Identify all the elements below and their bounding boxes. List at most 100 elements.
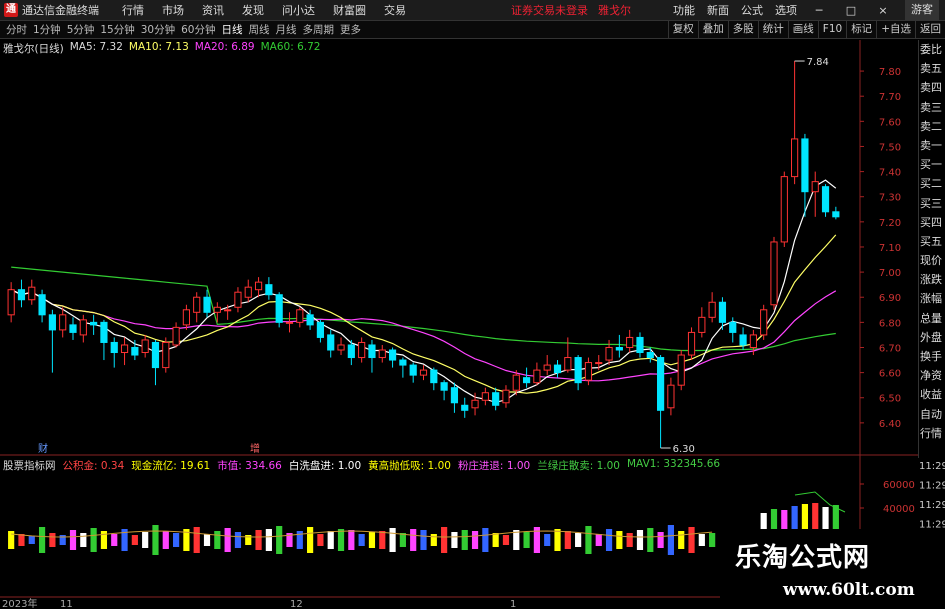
candle-body [388, 349, 397, 361]
price-label: 7.60 [879, 117, 901, 128]
indicator-bar [162, 531, 169, 549]
indicator-bar [327, 531, 334, 549]
indicator-bar [111, 534, 118, 546]
indicator-bar [482, 528, 489, 552]
side-label: 换手 [920, 350, 942, 363]
candle-body [636, 336, 644, 354]
candle-body [90, 321, 98, 326]
candle-body [337, 344, 345, 351]
indicator-bar [544, 534, 551, 546]
indicator-bar [688, 527, 695, 553]
side-label: 买三 [920, 196, 942, 210]
candle-body [254, 281, 263, 291]
side-label: 自动 [920, 407, 942, 421]
candle-body [244, 286, 252, 298]
indicator-item: 现金流亿: 19.61 [131, 458, 210, 473]
date-label: 2023年 [2, 597, 37, 609]
indicator-bar [657, 532, 664, 548]
indicator-name: 股票指标网 [3, 460, 56, 472]
indicator-bar [368, 532, 376, 548]
candle-body [718, 301, 727, 323]
candlestick-chart[interactable]: 7.80 7.70 7.60 7.50 7.40 7.30 7.20 7.10 7.00 6.90… [0, 0, 945, 609]
candle-body [17, 289, 26, 301]
indicator-bar [224, 528, 231, 552]
candle-body [120, 344, 129, 354]
candle-body [182, 309, 190, 326]
candle-body [471, 399, 479, 409]
watermark-title: 乐淘公式网 [735, 543, 871, 573]
indicator-item: MAV1: 332345.66 [627, 458, 720, 473]
indicator-label: 现金流亿: [131, 460, 177, 472]
candle-body [708, 301, 716, 318]
date-label: 12 [290, 599, 303, 609]
side-label: 委比 [920, 43, 942, 56]
watermark-url: www.60lt.com [783, 580, 915, 600]
candle-body [564, 357, 572, 371]
indicator-item: 黄高抛低吸: 1.00 [368, 458, 451, 473]
indicator-value: 1.00 [506, 460, 531, 472]
indicator-bar [575, 533, 582, 547]
candle-body [306, 314, 314, 326]
candle-body [69, 324, 77, 333]
candle-body [100, 321, 108, 343]
candle-body [213, 306, 221, 313]
candle-body [316, 321, 325, 338]
indicator-bar [28, 536, 35, 544]
indicator-bar [585, 526, 592, 554]
candle-body [729, 321, 737, 333]
indicator-item: 公积金: 0.34 [63, 458, 125, 473]
side-label: 现价 [920, 254, 942, 268]
side-label: 总量 [920, 311, 942, 325]
indicator-bar [234, 532, 242, 548]
indicator-label: 粉庄进退: [457, 460, 504, 472]
indicator-bar [492, 533, 499, 547]
candle-body [791, 138, 799, 178]
candle-body [234, 291, 242, 308]
indicator-bar [152, 525, 159, 555]
candle-body [285, 321, 294, 324]
indicator-bar [90, 528, 97, 552]
candle-body [512, 374, 520, 391]
price-label: 6.50 [879, 394, 901, 405]
candle-body [327, 334, 335, 351]
candle-body [28, 286, 36, 301]
indicator-bar [18, 534, 25, 546]
indicator-bar [379, 531, 386, 549]
candle-body [275, 294, 283, 323]
date-label: 11 [60, 599, 73, 609]
indicator-bar [523, 532, 530, 548]
candle-body [605, 346, 613, 361]
indicator-bar [173, 533, 180, 547]
indicator-bar [389, 528, 396, 552]
indicator-bar [348, 530, 355, 550]
candle-body [358, 341, 366, 359]
indicator-bar [203, 534, 211, 546]
side-label: 买二 [920, 177, 942, 191]
candle-body [430, 369, 438, 384]
candle-body [378, 349, 386, 359]
candle-body [203, 296, 211, 313]
candle-body [811, 181, 819, 193]
event-marker: 增 [250, 442, 260, 455]
indicator-bar [80, 533, 87, 547]
price-label: 7.50 [879, 142, 901, 153]
candle-body [347, 344, 355, 359]
side-label: 行情 [920, 426, 942, 440]
price-label: 6.90 [879, 293, 901, 304]
indicator-value: 19.61 [180, 460, 211, 472]
candle-body [780, 176, 788, 243]
candle-body [162, 341, 170, 369]
indicator-bar [564, 531, 571, 549]
indicator-bar [461, 530, 468, 550]
indicator-bar [69, 530, 77, 550]
indicator-bar [554, 529, 561, 551]
indicator-bar [698, 534, 705, 546]
candle-body [79, 319, 87, 336]
candle-body [368, 344, 376, 359]
candle-body [574, 357, 582, 384]
low-label: 6.30 [673, 444, 695, 455]
indicator-bar [709, 533, 716, 547]
indicator-item: 粉庄进退: 1.00 [458, 458, 530, 473]
side-label: 卖二 [920, 119, 942, 133]
candle-body [801, 138, 809, 193]
